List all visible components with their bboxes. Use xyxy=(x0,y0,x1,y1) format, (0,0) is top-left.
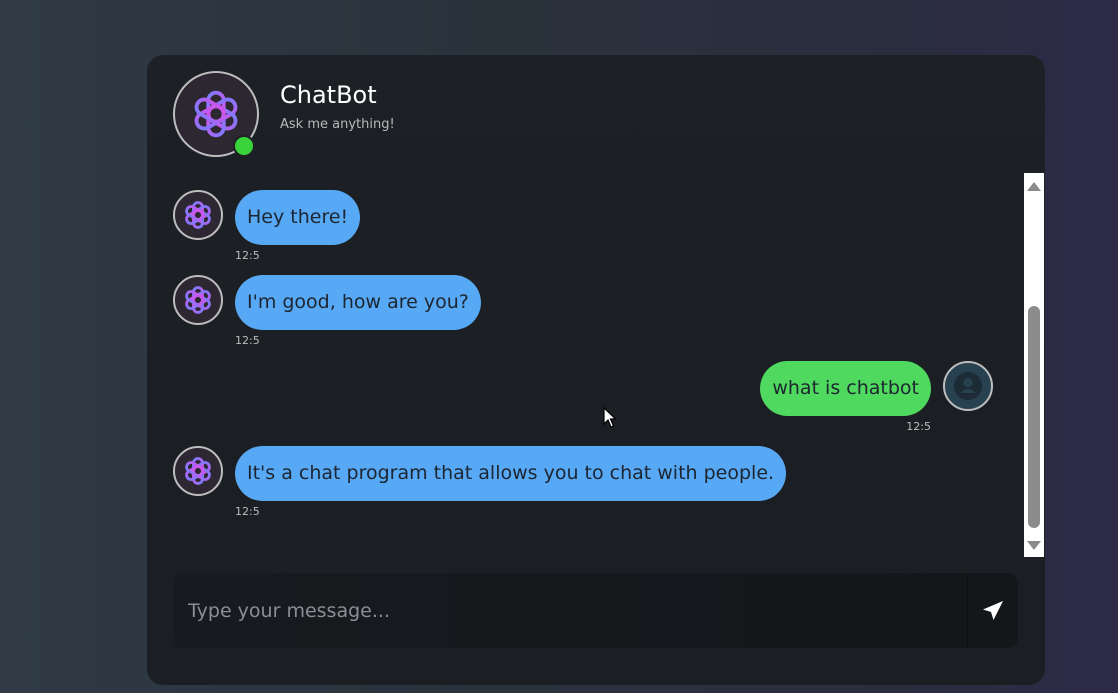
message-bubble: I'm good, how are you? xyxy=(235,275,481,330)
scroll-thumb[interactable] xyxy=(1028,306,1040,528)
bot-avatar-small xyxy=(173,446,223,496)
message-row-user: what is chatbot 12:5 xyxy=(760,361,993,433)
user-icon xyxy=(954,372,982,400)
bot-avatar-small xyxy=(173,275,223,325)
message-scrollbar[interactable] xyxy=(1024,173,1044,557)
message-input[interactable] xyxy=(173,573,968,648)
scroll-up-arrow-icon[interactable] xyxy=(1027,182,1041,191)
message-list: Hey there! 12:5 I'm good, how are you? 1… xyxy=(147,175,1023,557)
user-avatar xyxy=(943,361,993,411)
message-timestamp: 12:5 xyxy=(235,334,260,347)
message-bubble: what is chatbot xyxy=(760,361,931,416)
chat-title: ChatBot xyxy=(280,81,377,109)
openai-logo-icon xyxy=(194,90,238,138)
bot-avatar-small xyxy=(173,190,223,240)
message-timestamp: 12:5 xyxy=(906,420,931,433)
message-composer xyxy=(173,573,1018,648)
message-bubble: It's a chat program that allows you to c… xyxy=(235,446,787,501)
send-paper-plane-icon xyxy=(983,600,1003,620)
send-button[interactable] xyxy=(967,573,1018,648)
chat-header: ChatBot Ask me anything! xyxy=(173,71,773,161)
message-row-bot: It's a chat program that allows you to c… xyxy=(173,446,787,518)
message-bubble: Hey there! xyxy=(235,190,361,245)
message-timestamp: 12:5 xyxy=(235,505,260,518)
chat-subtitle: Ask me anything! xyxy=(280,117,395,132)
openai-logo-icon xyxy=(185,286,211,314)
message-row-bot: I'm good, how are you? 12:5 xyxy=(173,275,481,347)
mouse-cursor-icon xyxy=(603,407,617,428)
message-row-bot: Hey there! 12:5 xyxy=(173,190,361,262)
openai-logo-icon xyxy=(185,201,211,229)
online-status-dot xyxy=(233,135,255,157)
message-timestamp: 12:5 xyxy=(235,249,260,262)
chat-window: ChatBot Ask me anything! Hey there! 12:5… xyxy=(147,55,1045,685)
scroll-down-arrow-icon[interactable] xyxy=(1027,541,1041,550)
openai-logo-icon xyxy=(185,457,211,485)
